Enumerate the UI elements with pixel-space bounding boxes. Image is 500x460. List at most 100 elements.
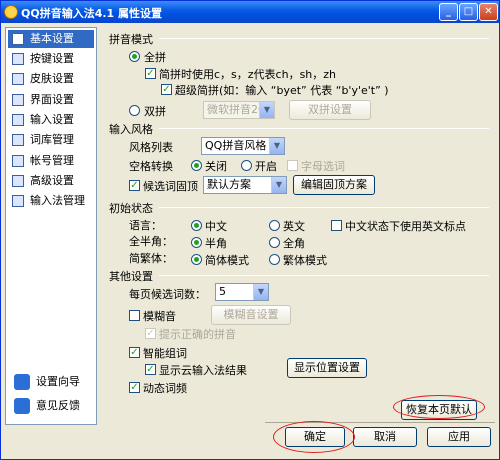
quanpin-label: 全拼 — [144, 51, 166, 64]
sidebar-item-ime-manager[interactable]: 输入法管理 — [8, 192, 94, 210]
sidebar-item-label: 输入法管理 — [30, 194, 85, 207]
divider — [159, 275, 489, 276]
space-on-radio[interactable] — [241, 160, 252, 171]
sidebar-item-keys[interactable]: 按键设置 — [8, 50, 94, 68]
sidebar-item-label: 基本设置 — [30, 32, 74, 45]
sidebar-item-label: 词库管理 — [30, 133, 74, 146]
cn-english-punct-checkbox[interactable] — [331, 220, 342, 231]
fuzzy-settings-button[interactable]: 模糊音设置 — [211, 305, 291, 325]
shuangpin-scheme-select[interactable]: 微软拼音2003 ▼ — [203, 101, 275, 119]
sidebar-bottom: 设置向导 意见反馈 — [5, 363, 97, 425]
dynamic-freq-checkbox[interactable]: ✓ — [129, 382, 140, 393]
traditional-label: 繁体模式 — [283, 254, 327, 267]
feedback-label: 意见反馈 — [36, 399, 80, 412]
sidebar-item-account[interactable]: 帐号管理 — [8, 152, 94, 170]
input-icon — [12, 114, 24, 126]
shuangpin-label: 双拼 — [144, 105, 166, 118]
close-icon[interactable]: ✕ — [479, 3, 498, 21]
candidates-per-page-value: 5 — [219, 285, 226, 298]
shuangpin-settings-button[interactable]: 双拼设置 — [289, 100, 371, 120]
apply-button[interactable]: 应用 — [427, 427, 491, 447]
chinese-radio[interactable] — [191, 220, 202, 231]
candidate-scheme-select[interactable]: 默认方案 ▼ — [203, 176, 287, 194]
cloud-result-label: 显示云输入法结果 — [159, 364, 247, 377]
fuzzy-hint-label: 提示正确的拼音 — [159, 328, 236, 341]
cn-english-punct-label: 中文状态下使用英文标点 — [345, 220, 466, 233]
wizard-icon — [14, 374, 30, 390]
dictionary-icon — [12, 134, 24, 146]
simplified-label: 简体模式 — [205, 254, 249, 267]
jianpin-checkbox[interactable]: ✓ — [145, 68, 156, 79]
interface-icon — [12, 94, 24, 106]
candidates-per-page-select[interactable]: 5 ▼ — [215, 283, 269, 301]
script-label: 简繁体： — [129, 252, 173, 265]
sidebar-item-label: 帐号管理 — [30, 154, 74, 167]
other-settings-title: 其他设置 — [109, 270, 153, 283]
jianpin-label: 简拼时使用c，s，z代表ch，sh，zh — [159, 68, 337, 81]
style-list-select[interactable]: QQ拼音风格 ▼ — [201, 137, 285, 155]
maximize-icon[interactable]: □ — [459, 3, 478, 21]
space-on-label: 开启 — [255, 160, 277, 173]
cloud-result-checkbox[interactable]: ✓ — [145, 364, 156, 375]
sidebar-item-label: 按键设置 — [30, 52, 74, 65]
manager-icon — [12, 195, 24, 207]
quanpin-radio[interactable] — [129, 51, 140, 62]
shuangpin-radio[interactable] — [129, 105, 140, 116]
chaoji-checkbox[interactable]: ✓ — [161, 84, 172, 95]
qq-penguin-icon — [4, 5, 18, 19]
letter-select-checkbox[interactable] — [287, 160, 298, 171]
traditional-radio[interactable] — [269, 254, 280, 265]
display-position-button[interactable]: 显示位置设置 — [287, 358, 367, 378]
sidebar-item-interface[interactable]: 界面设置 — [8, 91, 94, 109]
simplified-radio[interactable] — [191, 254, 202, 265]
sidebar-item-advanced[interactable]: 高级设置 — [8, 172, 94, 190]
cancel-button[interactable]: 取消 — [353, 427, 417, 447]
feedback-icon — [14, 398, 30, 414]
dynamic-freq-label: 动态词频 — [143, 382, 187, 395]
divider — [159, 128, 489, 129]
red-annotation-circle — [393, 395, 485, 419]
full-width-radio[interactable] — [269, 237, 280, 248]
chinese-label: 中文 — [205, 220, 227, 233]
style-list-label: 风格列表 — [129, 141, 173, 154]
candidates-per-page-label: 每页候选词数： — [129, 288, 206, 301]
title-bar: QQ拼音输入法4.1 属性设置 _ □ ✕ — [1, 1, 499, 23]
smart-phrase-checkbox[interactable]: ✓ — [129, 347, 140, 358]
half-width-label: 半角 — [205, 237, 227, 250]
initial-state-title: 初始状态 — [109, 202, 153, 215]
space-convert-label: 空格转换 — [129, 160, 173, 173]
fuzzy-label: 模糊音 — [143, 310, 176, 323]
chevron-down-icon: ▼ — [253, 284, 268, 300]
feedback-link[interactable]: 意见反馈 — [14, 397, 80, 415]
fuzzy-hint-checkbox[interactable]: ✓ — [145, 328, 156, 339]
chevron-down-icon: ▼ — [259, 102, 274, 118]
settings-window: QQ拼音输入法4.1 属性设置 _ □ ✕ 基本设置 按键设置 皮肤设置 界面设… — [0, 0, 500, 460]
chevron-down-icon: ▼ — [271, 177, 286, 193]
minimize-icon[interactable]: _ — [439, 3, 458, 21]
sidebar-item-basic[interactable]: 基本设置 — [8, 30, 94, 48]
space-off-radio[interactable] — [191, 160, 202, 171]
wrench-icon — [12, 33, 24, 45]
fuzzy-checkbox[interactable] — [129, 310, 140, 321]
sidebar-item-dictionary[interactable]: 词库管理 — [8, 131, 94, 149]
candidate-scheme-value: 默认方案 — [207, 178, 251, 191]
chaoji-label: 超级简拼(如：输入 “byet” 代表 “b'y'e't” ) — [175, 84, 389, 97]
english-radio[interactable] — [269, 220, 280, 231]
candidate-pin-label: 候选词固顶 — [143, 180, 198, 193]
sidebar-item-input[interactable]: 输入设置 — [8, 111, 94, 129]
user-icon — [12, 155, 24, 167]
sidebar-item-label: 高级设置 — [30, 174, 74, 187]
keyboard-icon — [12, 53, 24, 65]
shirt-icon — [12, 73, 24, 85]
window-title: QQ拼音输入法4.1 属性设置 — [21, 7, 163, 20]
smart-phrase-label: 智能组词 — [143, 347, 187, 360]
edit-pin-scheme-button[interactable]: 编辑固顶方案 — [293, 175, 375, 195]
pinyin-mode-title: 拼音模式 — [109, 33, 153, 46]
half-width-radio[interactable] — [191, 237, 202, 248]
sidebar-item-label: 界面设置 — [30, 93, 74, 106]
candidate-pin-checkbox[interactable]: ✓ — [129, 180, 140, 191]
input-style-title: 输入风格 — [109, 123, 153, 136]
sidebar-item-skin[interactable]: 皮肤设置 — [8, 70, 94, 88]
setup-wizard-link[interactable]: 设置向导 — [14, 373, 80, 391]
sidebar-item-label: 输入设置 — [30, 113, 74, 126]
